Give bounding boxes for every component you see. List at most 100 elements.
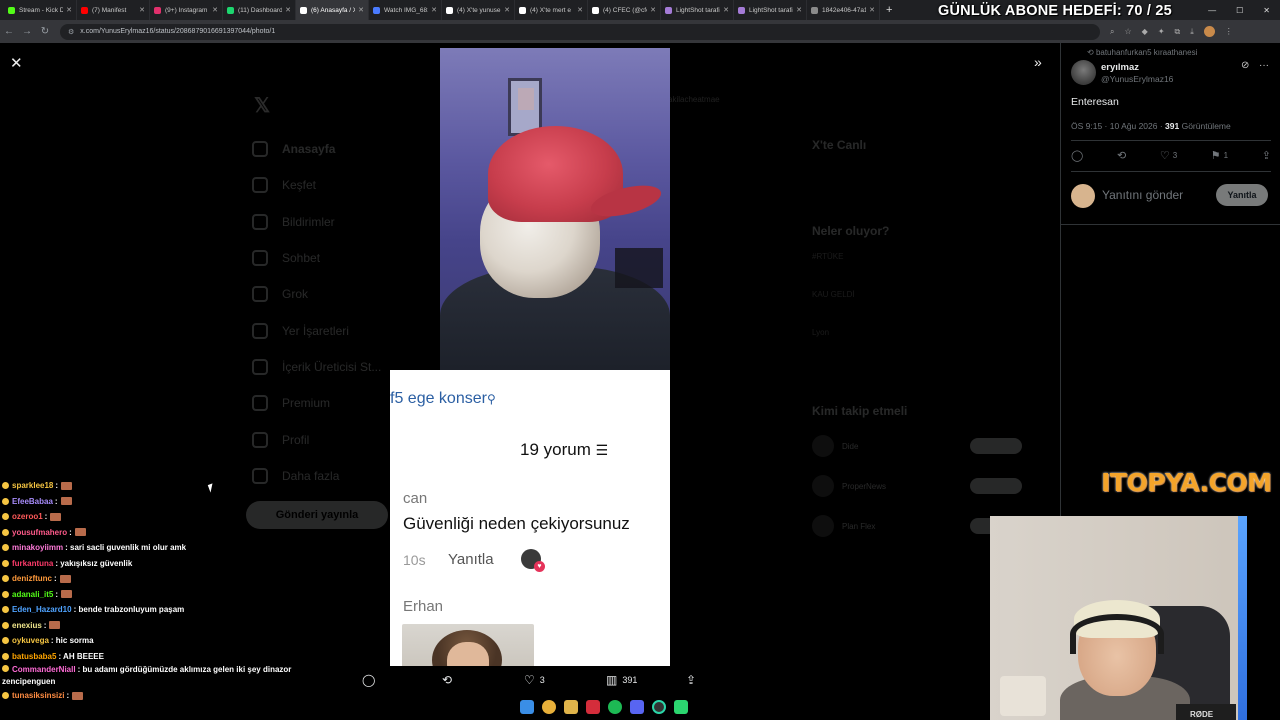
browser-tab[interactable]: (7) Manifest ✕ <box>77 0 150 20</box>
reply-button[interactable]: ◯ <box>1071 149 1083 162</box>
x-nav-item[interactable]: İçerik Üreticisi St... <box>252 349 381 385</box>
browser-tab[interactable]: (11) Dashboard ✕ <box>223 0 296 20</box>
share-action[interactable]: ⇪ <box>686 673 696 687</box>
tab-close-icon[interactable]: ✕ <box>650 6 656 14</box>
trend-item[interactable]: Lyon <box>812 328 1022 366</box>
author-name[interactable]: eryılmaz <box>1101 62 1139 73</box>
close-icon[interactable]: ✕ <box>10 54 23 72</box>
app-icon[interactable] <box>652 700 666 714</box>
chat-username[interactable]: enexius <box>12 618 42 634</box>
follow-button[interactable] <box>970 438 1022 454</box>
tab-close-icon[interactable]: ✕ <box>723 6 729 14</box>
spotify-icon[interactable] <box>608 700 622 714</box>
chat-username[interactable]: EfeeBabaa <box>12 494 53 510</box>
browser-tab[interactable]: (4) X'te yunuse ✕ <box>442 0 515 20</box>
chat-username[interactable]: denizftunc <box>12 571 52 587</box>
trend-item[interactable]: #RTÜKE <box>812 252 1022 290</box>
reply-input[interactable]: Yanıtını gönder <box>1102 188 1183 202</box>
x-nav-item[interactable]: Sohbet <box>252 240 381 276</box>
browser-tab[interactable]: (9+) Instagram ✕ <box>150 0 223 20</box>
browser-tab[interactable]: (4) X'te mert e ✕ <box>515 0 588 20</box>
chat-username[interactable]: Eden_Hazard10 <box>12 602 72 618</box>
url-field[interactable]: ⚙ x.com/YunusErylmaz16/status/2086879016… <box>60 23 1100 40</box>
follow-suggestion[interactable]: ProperNews <box>812 466 1022 506</box>
tab-close-icon[interactable]: ✕ <box>577 6 583 14</box>
chat-username[interactable]: CommanderNiall <box>12 665 76 674</box>
x-logo-icon[interactable]: 𝕏 <box>254 93 270 118</box>
menu-icon[interactable]: ⋮ <box>1225 27 1233 36</box>
tab-close-icon[interactable]: ✕ <box>504 6 510 14</box>
kick-icon[interactable] <box>674 700 688 714</box>
forward-icon[interactable]: → <box>18 26 36 37</box>
app-x-icon[interactable] <box>586 700 600 714</box>
tab-close-icon[interactable]: ✕ <box>212 6 218 14</box>
bookmark-button[interactable]: ⚑ 1 <box>1211 149 1228 162</box>
more-options-icon[interactable]: ··· <box>1259 60 1269 71</box>
tab-close-icon[interactable]: ✕ <box>869 6 875 14</box>
reply-action[interactable]: ◯ <box>362 673 375 687</box>
maximize-icon[interactable]: ☐ <box>1236 6 1243 15</box>
x-nav-item[interactable]: Premium <box>252 385 381 421</box>
bookmark-star-icon[interactable]: ☆ <box>1124 27 1131 36</box>
browser-tab[interactable]: Stream - Kick D ✕ <box>4 0 77 20</box>
author-avatar[interactable] <box>1071 60 1096 85</box>
chat-username[interactable]: tunasiksinsizi <box>12 688 64 704</box>
share-button[interactable]: ⇪ <box>1262 149 1271 162</box>
x-nav-item[interactable]: Keşfet <box>252 167 381 203</box>
chat-username[interactable]: adanali_it5 <box>12 587 53 603</box>
chrome-icon[interactable] <box>542 700 556 714</box>
chat-username[interactable]: furkantuna <box>12 556 53 572</box>
trend-item[interactable]: KAU GELDİ <box>812 290 1022 328</box>
reply-submit-button[interactable]: Yanıtla <box>1216 184 1268 206</box>
back-icon[interactable]: ← <box>0 26 18 37</box>
x-nav-item[interactable]: Grok <box>252 276 381 312</box>
discord-icon[interactable] <box>630 700 644 714</box>
chat-username[interactable]: ozeroo1 <box>12 509 43 525</box>
follow-button[interactable] <box>970 478 1022 494</box>
close-window-icon[interactable]: ✕ <box>1263 6 1270 15</box>
extension-icon[interactable]: ✦ <box>1158 27 1165 36</box>
download-icon[interactable]: ⤓ <box>1190 27 1194 37</box>
extensions-puzzle-icon[interactable]: ⧉ <box>1175 27 1181 37</box>
photo-video-frame[interactable] <box>440 48 670 370</box>
browser-tab[interactable]: Watch IMG_681 ✕ <box>369 0 442 20</box>
tab-close-icon[interactable]: ✕ <box>139 6 145 14</box>
browser-tab[interactable]: (4) CFEC (@cfe ✕ <box>588 0 661 20</box>
trend-item[interactable] <box>812 366 1022 404</box>
x-nav-item[interactable]: Anasayfa <box>252 131 381 167</box>
reload-icon[interactable]: ↻ <box>36 26 54 37</box>
translate-icon[interactable]: ⌕ <box>1110 27 1114 37</box>
chat-username[interactable]: oykuvega <box>12 633 49 649</box>
double-chevron-right-icon[interactable]: » <box>1034 54 1042 70</box>
chat-username[interactable]: minakoyiimm <box>12 540 63 556</box>
chat-username[interactable]: batusbaba5 <box>12 649 56 665</box>
tab-close-icon[interactable]: ✕ <box>358 6 364 14</box>
grok-icon[interactable]: ⊘ <box>1241 60 1249 71</box>
tab-close-icon[interactable]: ✕ <box>796 6 802 14</box>
extension-icon[interactable]: ◆ <box>1142 27 1148 36</box>
like-action[interactable]: ♡ 3 <box>524 673 545 687</box>
browser-tab[interactable]: LightShot tarafi ✕ <box>661 0 734 20</box>
views-action[interactable]: ▥ 391 <box>606 673 637 687</box>
like-button[interactable]: ♡ 3 <box>1160 149 1177 162</box>
browser-tab[interactable]: (6) Anasayfa / X ✕ <box>296 0 369 20</box>
browser-tab[interactable]: LightShot tarafi ✕ <box>734 0 807 20</box>
tab-close-icon[interactable]: ✕ <box>431 6 437 14</box>
follow-suggestion[interactable]: Dide <box>812 426 1022 466</box>
profile-avatar[interactable] <box>1203 26 1215 37</box>
site-info-icon[interactable]: ⚙ <box>68 28 74 36</box>
repost-action[interactable]: ⟲ <box>442 673 457 687</box>
chat-username[interactable]: yousufmahero <box>12 525 67 541</box>
new-tab-icon[interactable]: + <box>886 4 892 16</box>
tab-close-icon[interactable]: ✕ <box>285 6 291 14</box>
tab-close-icon[interactable]: ✕ <box>66 6 72 14</box>
chat-username[interactable]: sparklee18 <box>12 478 53 494</box>
x-nav-item[interactable]: Profil <box>252 421 381 457</box>
browser-tab[interactable]: 1842e406-47a1 ✕ <box>807 0 880 20</box>
minimize-icon[interactable]: — <box>1208 6 1216 15</box>
folder-icon[interactable] <box>564 700 578 714</box>
x-nav-item[interactable]: Bildirimler <box>252 204 381 240</box>
x-nav-item[interactable]: Yer İşaretleri <box>252 312 381 348</box>
repost-button[interactable]: ⟲ <box>1117 149 1126 162</box>
author-handle[interactable]: @YunusErylmaz16 <box>1101 74 1173 84</box>
